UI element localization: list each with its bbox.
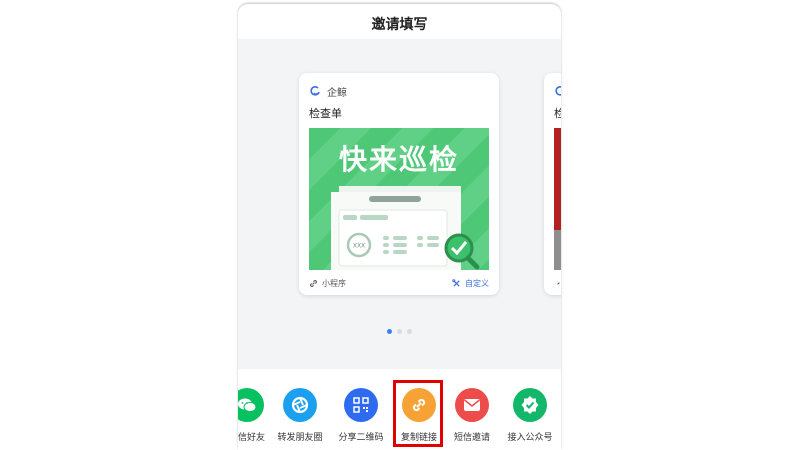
checklist-illustration-icon: XXX <box>331 186 480 270</box>
card-brand <box>554 83 561 99</box>
carousel-pagination <box>238 329 561 334</box>
customize-button[interactable]: 自定义 <box>452 278 489 289</box>
share-moments[interactable]: 转发朋友圈 <box>270 388 330 443</box>
mini-program-label: 小程序 <box>322 278 346 288</box>
share-sms-label: 短信邀请 <box>453 433 490 443</box>
verified-icon <box>521 396 539 414</box>
moments-icon <box>291 396 309 414</box>
share-official-circle <box>513 388 547 422</box>
template-card-next[interactable]: 检 <box>544 73 561 295</box>
card-brand: 企鲸 <box>309 83 347 99</box>
share-qrcode[interactable]: 分享二维码 <box>331 388 391 443</box>
share-qrcode-label: 分享二维码 <box>338 433 384 443</box>
brand-logo-icon <box>310 86 320 96</box>
sheet-title: 邀请填写 <box>371 17 428 33</box>
link-small-icon <box>557 281 560 285</box>
card-footer <box>554 276 561 290</box>
link-small-icon <box>310 279 317 287</box>
card-banner <box>554 128 561 270</box>
template-carousel[interactable]: 企鲸 检查单 快来巡检 XXX 小程序 自定义 检 <box>238 39 561 369</box>
mini-program-tag: 小程序 <box>309 278 346 289</box>
share-sms[interactable]: 短信邀请 <box>442 388 502 443</box>
share-sms-circle <box>455 388 489 422</box>
share-official-account[interactable]: 接入公众号 <box>500 388 560 443</box>
qrcode-icon <box>353 397 369 413</box>
share-moments-label: 转发朋友圈 <box>277 433 323 443</box>
pagination-dot[interactable] <box>387 329 392 334</box>
card-badge-text: XXX <box>353 243 365 250</box>
card-footer: 小程序 自定义 <box>309 276 489 290</box>
share-wechat-circle <box>238 388 264 422</box>
card-title-partial: 检 <box>554 107 561 120</box>
pagination-dot[interactable] <box>407 329 412 334</box>
tools-icon <box>452 278 460 287</box>
card-title: 检查单 <box>309 107 342 120</box>
template-card[interactable]: 企鲸 检查单 快来巡检 XXX 小程序 自定义 <box>299 73 499 295</box>
highlight-box-copy-link <box>393 380 443 447</box>
brand-logo-icon <box>555 86 561 96</box>
wechat-icon <box>238 398 257 413</box>
mail-icon <box>464 399 480 411</box>
customize-label: 自定义 <box>465 278 489 288</box>
card-banner: 快来巡检 XXX <box>309 128 489 270</box>
pagination-dot[interactable] <box>397 329 402 334</box>
share-official-label: 接入公众号 <box>507 433 553 443</box>
share-qrcode-circle <box>344 388 378 422</box>
share-moments-circle <box>283 388 317 422</box>
brand-name: 企鲸 <box>327 87 347 99</box>
